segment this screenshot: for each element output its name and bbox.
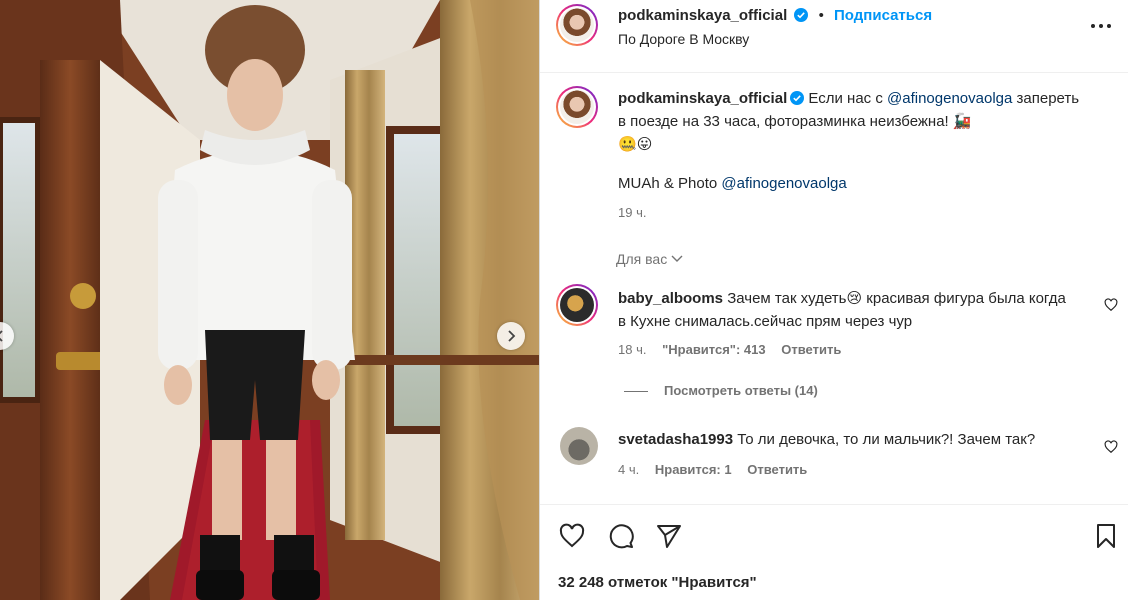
- post-image: [0, 0, 540, 600]
- comment-meta: 4 ч. Нравится: 1 Ответить: [618, 462, 819, 477]
- like-heart-icon[interactable]: [559, 523, 585, 549]
- photo-credit: MUAh & Photo @afinogenovaolga: [618, 175, 847, 192]
- replies-line: [624, 391, 648, 393]
- comment-body: baby_albooms Зачем так худеть😢 красивая …: [618, 287, 1068, 333]
- caption-author-avatar[interactable]: [556, 86, 598, 128]
- comments-sort-label: Для вас: [616, 251, 668, 267]
- author-avatar[interactable]: [556, 4, 598, 46]
- chevron-left-icon: [0, 330, 3, 342]
- comment-like-heart-icon[interactable]: [1104, 298, 1118, 312]
- share-icon[interactable]: [656, 523, 682, 549]
- comment-time: 18 ч.: [618, 342, 647, 357]
- commenter-avatar[interactable]: [556, 284, 598, 326]
- chevron-down-icon: [671, 255, 683, 262]
- caption-mention[interactable]: @afinogenovaolga: [887, 90, 1012, 107]
- reply-button[interactable]: Ответить: [781, 342, 841, 357]
- separator-dot: •: [818, 7, 824, 24]
- verified-badge-icon: [790, 91, 805, 105]
- reply-button[interactable]: Ответить: [747, 462, 807, 477]
- comment-likes[interactable]: Нравится: 1: [655, 462, 732, 477]
- verified-badge-icon: [794, 8, 809, 22]
- post-location[interactable]: По Дороге В Москву: [618, 31, 749, 47]
- tongue-emoji: 😛: [636, 135, 653, 153]
- author-username[interactable]: podkaminskaya_official: [618, 7, 787, 24]
- sad-face-emoji: 😢: [846, 289, 863, 307]
- next-photo-button[interactable]: [497, 322, 525, 350]
- comment-icon[interactable]: [608, 523, 634, 549]
- post-timestamp[interactable]: 19 ч.: [618, 205, 646, 220]
- caption-username[interactable]: podkaminskaya_official: [618, 90, 787, 107]
- post-photo: [0, 0, 540, 600]
- train-emoji: 🚂: [952, 112, 972, 130]
- comment-text-start: Зачем так худеть: [727, 290, 847, 307]
- comment-text: То ли девочка, то ли мальчик?! Зачем так…: [737, 431, 1036, 448]
- credit-text: MUAh & Photo: [618, 175, 718, 192]
- credit-mention[interactable]: @afinogenovaolga: [721, 175, 846, 192]
- chevron-right-icon: [508, 330, 516, 342]
- post-details-panel: podkaminskaya_official • Подписаться По …: [540, 0, 1128, 600]
- commenter-username[interactable]: baby_albooms: [618, 290, 723, 307]
- author-row: podkaminskaya_official • Подписаться: [618, 7, 932, 24]
- comments-sort-dropdown[interactable]: Для вас: [616, 251, 683, 267]
- commenter-username[interactable]: svetadasha1993: [618, 431, 733, 448]
- more-options-icon[interactable]: [1088, 16, 1114, 36]
- view-replies-button[interactable]: Посмотреть ответы (14): [624, 383, 818, 398]
- comment-like-heart-icon[interactable]: [1104, 440, 1118, 454]
- view-replies-label: Посмотреть ответы (14): [664, 383, 818, 398]
- save-bookmark-icon[interactable]: [1093, 523, 1119, 549]
- post-header: podkaminskaya_official • Подписаться По …: [540, 0, 1128, 73]
- likes-count[interactable]: 32 248 отметок "Нравится": [558, 574, 757, 591]
- zipper-mouth-emoji: 🤐: [618, 135, 637, 153]
- comment-body: svetadasha1993 То ли девочка, то ли маль…: [618, 428, 1068, 451]
- commenter-avatar[interactable]: [560, 427, 598, 465]
- follow-button[interactable]: Подписаться: [834, 7, 932, 24]
- post-caption: podkaminskaya_official Если нас с @afino…: [618, 88, 1088, 156]
- comment-time: 4 ч.: [618, 462, 640, 477]
- caption-text-start: Если нас с: [808, 90, 883, 107]
- comment-meta: 18 ч. "Нравится": 413 Ответить: [618, 342, 853, 357]
- post-actions-bar: 32 248 отметок "Нравится": [540, 504, 1128, 601]
- comment-likes[interactable]: "Нравится": 413: [662, 342, 766, 357]
